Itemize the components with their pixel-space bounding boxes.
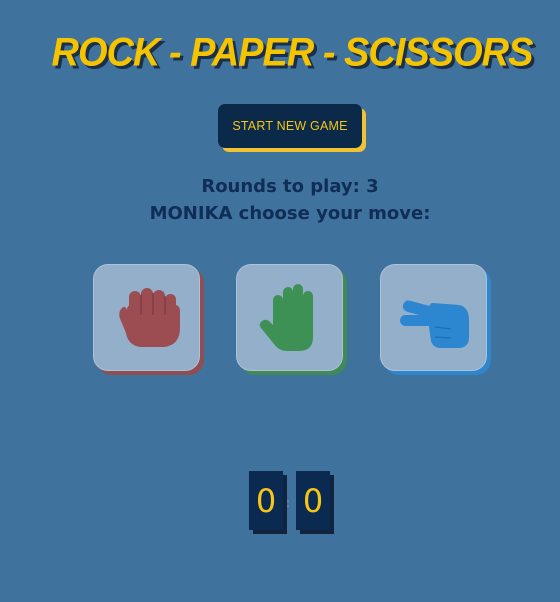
scissors-button[interactable] bbox=[380, 264, 487, 371]
open-hand-icon bbox=[259, 284, 313, 351]
rock-button[interactable] bbox=[93, 264, 200, 371]
paper-button[interactable] bbox=[236, 264, 343, 371]
choose-move-prompt: MONIKA choose your move: bbox=[149, 203, 431, 224]
computer-score: 0 bbox=[296, 471, 330, 530]
score-separator: : bbox=[286, 496, 291, 510]
start-new-game-button[interactable]: START NEW GAME bbox=[218, 104, 362, 148]
game-title: ROCK - PAPER - SCISSORS bbox=[51, 30, 534, 76]
rounds-to-play-text: Rounds to play: 3 bbox=[201, 176, 379, 197]
two-fingers-icon bbox=[400, 300, 469, 348]
player-score: 0 bbox=[249, 471, 283, 530]
fist-icon bbox=[119, 288, 180, 347]
